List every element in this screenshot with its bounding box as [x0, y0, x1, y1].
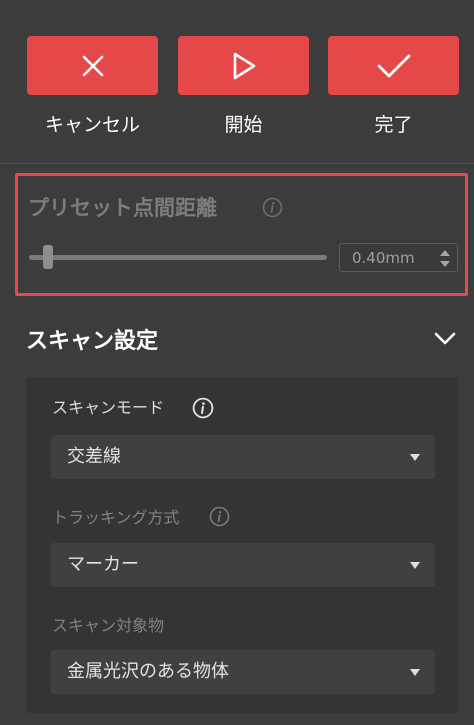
cancel-button[interactable] [27, 36, 158, 95]
section-divider [0, 163, 474, 164]
spin-arrows-icon[interactable] [440, 250, 450, 267]
close-icon [82, 55, 103, 76]
caret-down-icon [410, 562, 420, 569]
preset-highlight-box [15, 173, 468, 296]
tracking-method-dropdown[interactable]: マーカー [51, 543, 435, 587]
check-icon [377, 54, 410, 77]
caret-down-icon [410, 454, 420, 461]
info-icon[interactable] [209, 506, 230, 527]
play-icon [233, 52, 255, 79]
preset-point-spacing-title: プリセット点間距離 [28, 196, 217, 220]
scan-mode-dropdown[interactable]: 交差線 [51, 435, 435, 479]
start-button[interactable] [178, 36, 309, 95]
done-button[interactable] [328, 36, 459, 95]
scan-target-label: スキャン対象物 [52, 616, 165, 635]
scan-mode-value: 交差線 [67, 446, 121, 467]
caret-down-icon [410, 669, 420, 676]
point-spacing-value: 0.40mm [352, 249, 415, 267]
scan-target-dropdown[interactable]: 金属光沢のある物体 [51, 650, 435, 694]
scan-target-value: 金属光沢のある物体 [67, 661, 229, 682]
start-button-label: 開始 [224, 114, 263, 136]
info-icon[interactable] [262, 197, 283, 218]
tracking-method-label: トラッキング方式 [52, 508, 180, 527]
cancel-button-label: キャンセル [44, 114, 140, 136]
scan-settings-title: スキャン設定 [26, 329, 159, 354]
tracking-method-value: マーカー [67, 554, 139, 575]
point-spacing-slider-track[interactable] [29, 255, 327, 260]
info-icon[interactable] [192, 397, 214, 419]
scan-control-panel: キャンセル 開始 完了 プリセット点間距離 0.40mm スキャン設定 スキャン… [0, 0, 474, 725]
chevron-down-icon[interactable] [434, 332, 456, 346]
scan-mode-label: スキャンモード [52, 398, 165, 417]
done-button-label: 完了 [374, 114, 413, 136]
point-spacing-slider-handle[interactable] [43, 245, 53, 269]
point-spacing-spinbox[interactable]: 0.40mm [339, 243, 458, 272]
